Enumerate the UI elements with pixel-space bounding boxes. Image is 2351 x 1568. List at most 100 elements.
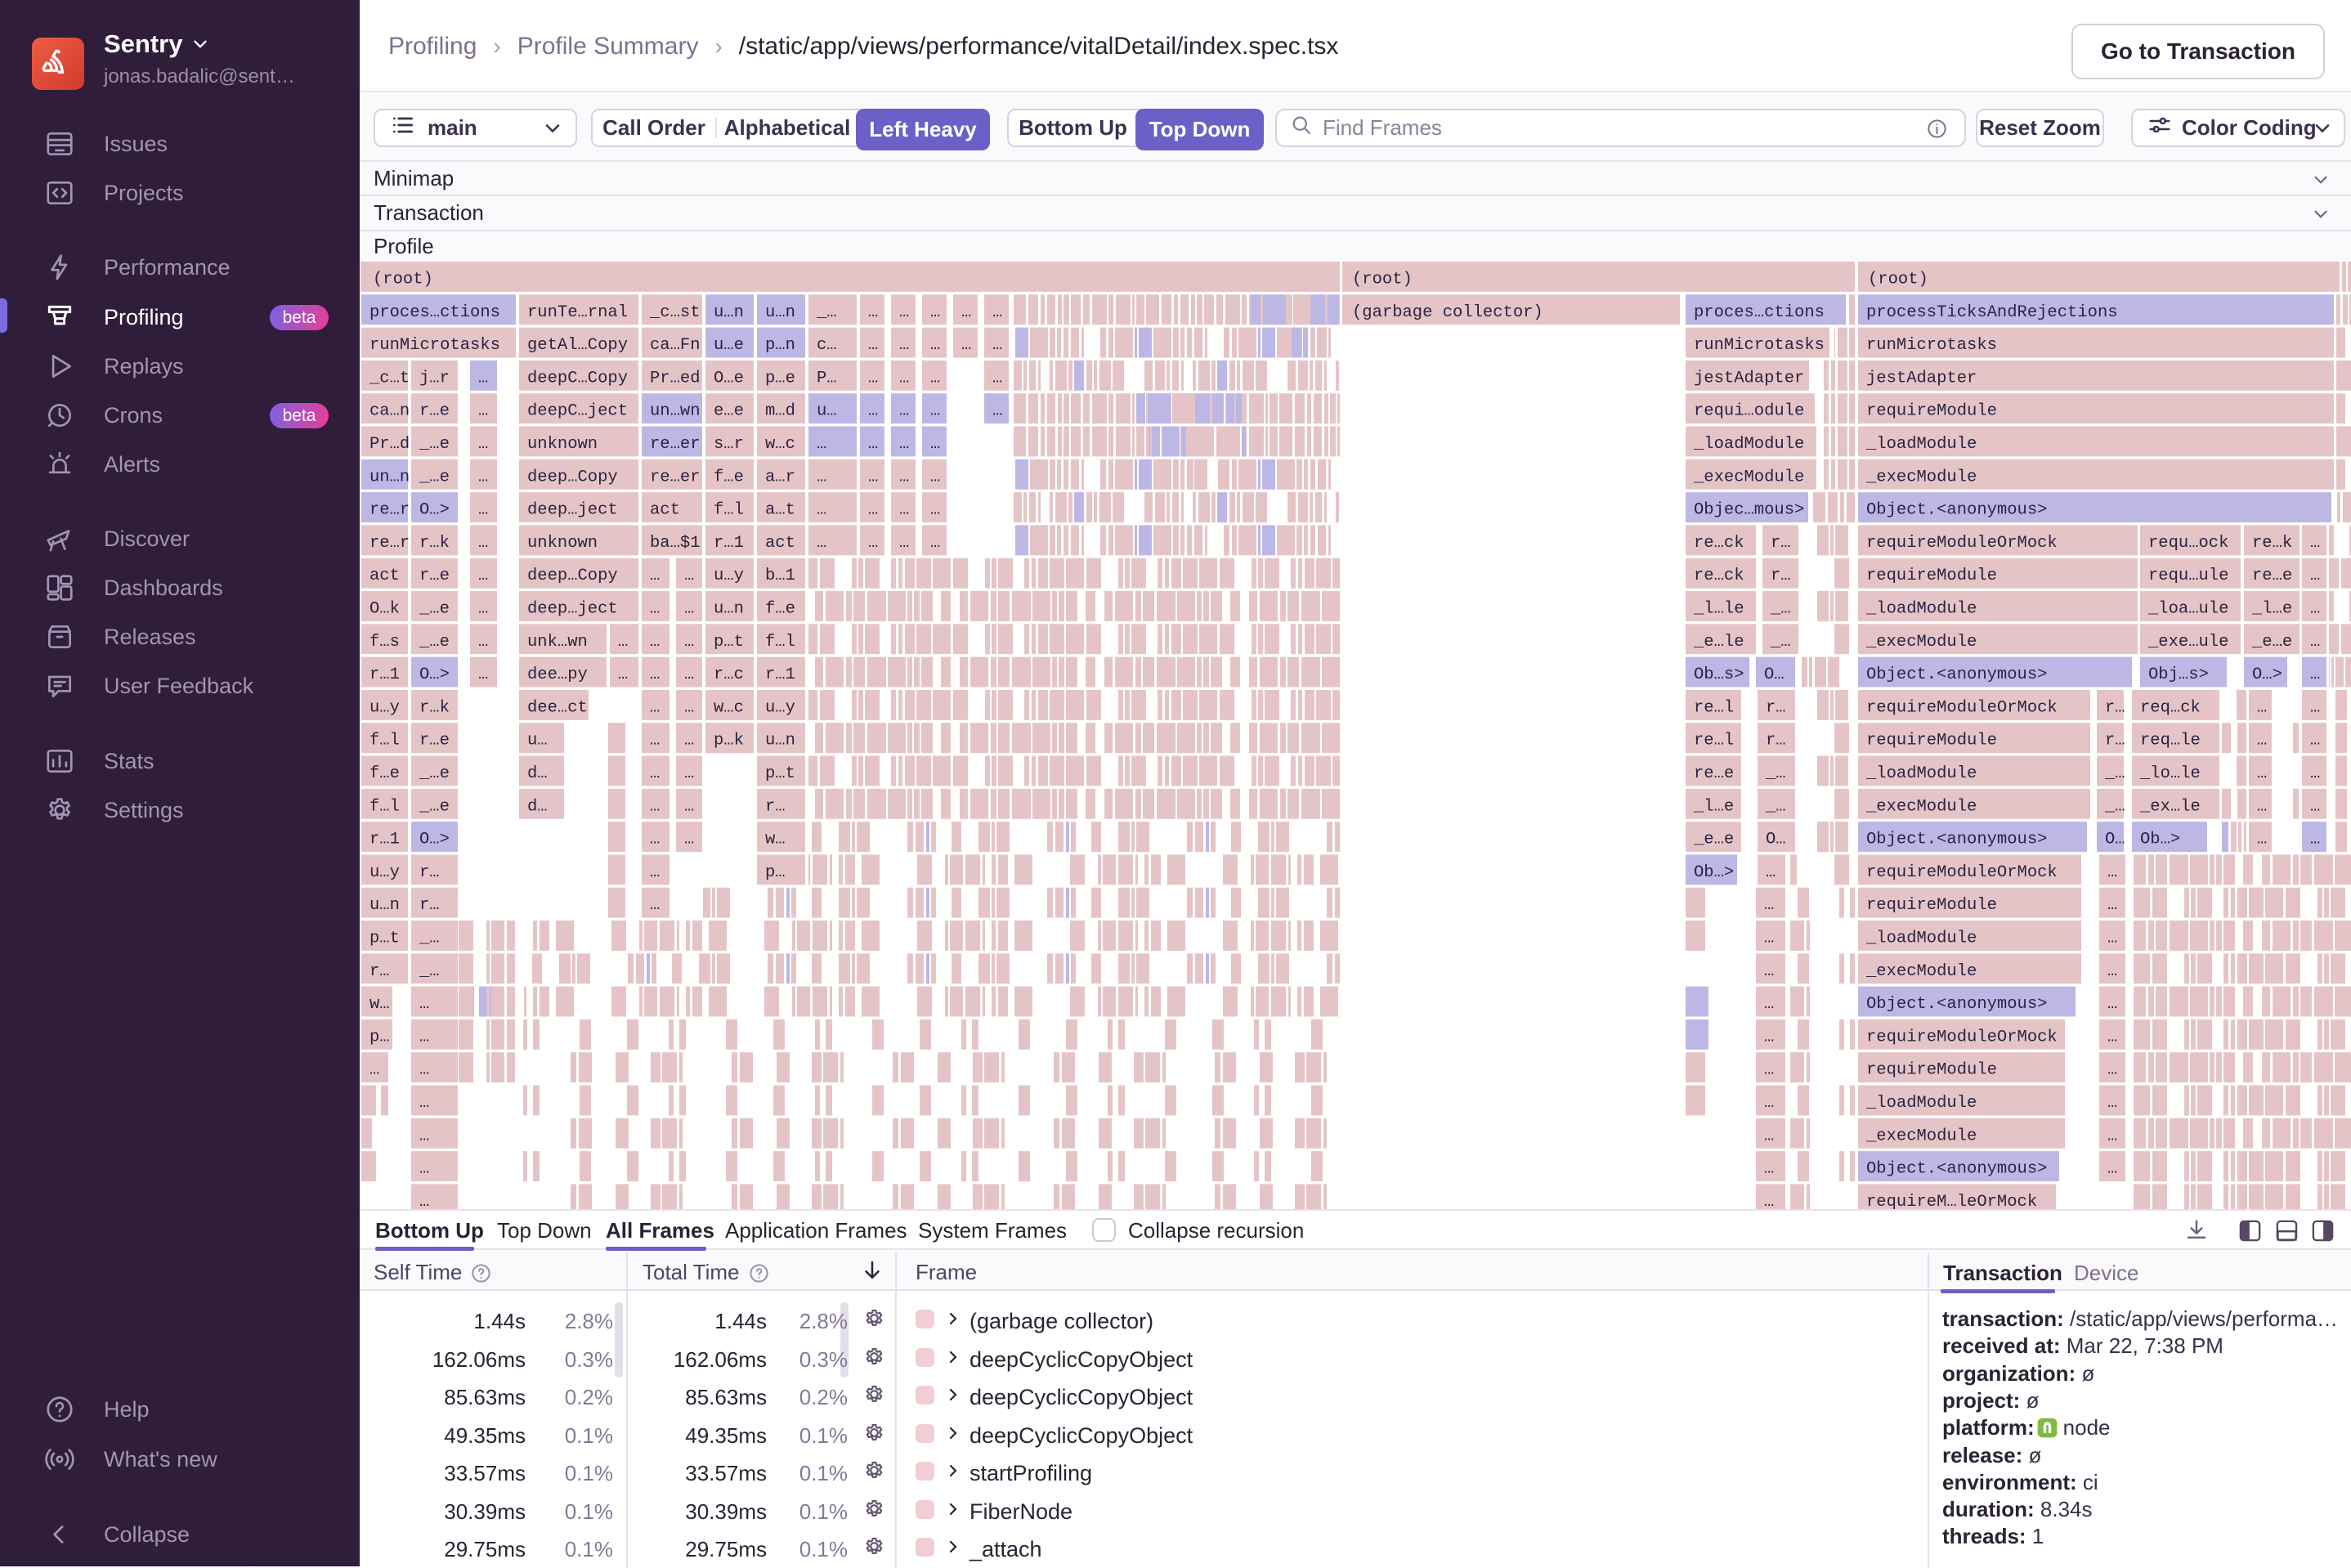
svg-text:r…k: r…k xyxy=(419,534,450,553)
svg-text:u…: u… xyxy=(817,402,837,421)
svg-text:re…r: re…r xyxy=(369,534,410,553)
svg-text:getAl…Copy: getAl…Copy xyxy=(527,336,628,355)
svg-text:…: … xyxy=(899,468,909,486)
svg-text:…: … xyxy=(419,1193,429,1209)
svg-text:re…e: re…e xyxy=(1694,764,1734,783)
svg-text:…: … xyxy=(650,732,660,750)
svg-text:runTe…rnal: runTe…rnal xyxy=(527,303,628,322)
svg-text:r…: r… xyxy=(1766,732,1786,750)
svg-text:re…k: re…k xyxy=(2252,534,2292,553)
svg-text:_e…e: _e…e xyxy=(2251,633,2292,652)
svg-text:req…ck: req…ck xyxy=(2140,698,2201,717)
svg-text:…: … xyxy=(930,303,940,322)
svg-text:p…t: p…t xyxy=(369,930,400,948)
svg-text:c…: c… xyxy=(817,336,837,355)
svg-text:proces…ctions: proces…ctions xyxy=(1694,303,1825,322)
svg-text:s…r: s…r xyxy=(714,435,744,454)
svg-text:deepC…Copy: deepC…Copy xyxy=(527,369,628,388)
svg-text:re…l: re…l xyxy=(1694,732,1734,750)
svg-text:…: … xyxy=(930,468,940,486)
svg-text:O…>: O…> xyxy=(2252,665,2282,684)
svg-text:dee…py: dee…py xyxy=(527,665,588,684)
svg-text:…: … xyxy=(817,468,826,486)
svg-text:proces…ctions: proces…ctions xyxy=(369,303,500,322)
svg-text:requireModule: requireModule xyxy=(1866,1061,1997,1080)
svg-text:(root): (root) xyxy=(1352,271,1413,289)
svg-text:_e…le: _e…le xyxy=(1693,633,1744,652)
svg-text:r…e: r…e xyxy=(419,402,450,421)
svg-text:O…e: O…e xyxy=(714,369,744,388)
svg-text:_ex…le: _ex…le xyxy=(2139,797,2201,816)
svg-text:…: … xyxy=(369,1061,379,1080)
svg-text:…: … xyxy=(478,501,488,520)
svg-text:…: … xyxy=(2310,698,2320,717)
svg-text:…: … xyxy=(650,567,660,585)
svg-text:…: … xyxy=(618,665,628,684)
svg-text:re…ck: re…ck xyxy=(1694,534,1744,553)
svg-text:…: … xyxy=(1764,1061,1774,1080)
svg-text:…: … xyxy=(419,1160,429,1179)
svg-text:re…l: re…l xyxy=(1694,698,1734,717)
svg-text:f…l: f…l xyxy=(369,797,400,816)
svg-text:r…: r… xyxy=(2105,732,2125,750)
svg-text:_…: _… xyxy=(1765,764,1786,783)
svg-text:…: … xyxy=(618,633,628,652)
svg-text:ca…Fn: ca…Fn xyxy=(650,336,701,355)
svg-text:_…e: _…e xyxy=(419,600,450,619)
svg-text:dee…ct: dee…ct xyxy=(527,698,588,717)
svg-text:runMicrotasks: runMicrotasks xyxy=(369,336,500,355)
svg-text:f…l: f…l xyxy=(714,501,744,520)
svg-text:_…: _… xyxy=(2104,797,2125,816)
svg-text:Object.<anonymous>: Object.<anonymous> xyxy=(1866,831,2047,849)
svg-text:Ob…>: Ob…> xyxy=(2140,831,2180,849)
svg-text:u…y: u…y xyxy=(369,863,400,882)
svg-text:…: … xyxy=(2107,1061,2117,1080)
svg-text:u…e: u…e xyxy=(714,336,744,355)
svg-text:…: … xyxy=(2257,698,2267,717)
svg-text:requireModuleOrMock: requireModuleOrMock xyxy=(1866,1028,2058,1046)
svg-text:O…>: O…> xyxy=(419,831,450,849)
svg-text:m…d: m…d xyxy=(765,402,795,421)
svg-text:(root): (root) xyxy=(1868,271,1928,289)
svg-text:…: … xyxy=(992,402,1002,421)
svg-text:…: … xyxy=(1766,863,1776,882)
svg-text:u…n: u…n xyxy=(765,303,795,322)
svg-text:u…n: u…n xyxy=(714,600,744,619)
svg-text:_…e: _…e xyxy=(419,764,450,783)
svg-text:…: … xyxy=(899,369,909,388)
svg-text:O…: O… xyxy=(1764,665,1785,684)
svg-text:…: … xyxy=(650,698,660,717)
svg-text:(root): (root) xyxy=(373,271,433,289)
svg-text:_loadModule: _loadModule xyxy=(1865,930,1977,948)
svg-text:_l…e: _l…e xyxy=(2251,600,2292,619)
svg-text:_…: _… xyxy=(1770,600,1791,619)
svg-text:re…er: re…er xyxy=(650,468,701,486)
svg-text:u…y: u…y xyxy=(369,698,400,717)
svg-text:deep…Copy: deep…Copy xyxy=(527,567,618,585)
svg-text:…: … xyxy=(684,831,694,849)
svg-text:re…ck: re…ck xyxy=(1694,567,1744,585)
svg-text:a…t: a…t xyxy=(765,501,795,520)
svg-text:ca…n: ca…n xyxy=(369,402,410,421)
svg-text:…: … xyxy=(2310,567,2320,585)
svg-text:p…: p… xyxy=(369,1028,390,1046)
svg-text:…: … xyxy=(961,303,971,322)
svg-text:_…e: _…e xyxy=(419,468,450,486)
svg-text:j…r: j…r xyxy=(419,369,450,388)
svg-text:r…: r… xyxy=(765,797,786,816)
svg-text:r…: r… xyxy=(419,896,440,915)
svg-text:…: … xyxy=(899,501,909,520)
svg-text:…: … xyxy=(1764,930,1774,948)
svg-text:p…t: p…t xyxy=(765,764,795,783)
svg-text:_execModule: _execModule xyxy=(1865,633,1977,652)
svg-text:Object.<anonymous>: Object.<anonymous> xyxy=(1866,1160,2047,1179)
svg-text:…: … xyxy=(992,369,1002,388)
svg-text:…: … xyxy=(684,732,694,750)
svg-text:_c…t: _c…t xyxy=(369,369,410,388)
svg-text:…: … xyxy=(2310,732,2320,750)
svg-text:Object.<anonymous>: Object.<anonymous> xyxy=(1866,665,2047,684)
svg-text:unknown: unknown xyxy=(527,435,598,454)
svg-text:Objec…mous>: Objec…mous> xyxy=(1694,501,1804,520)
svg-text:…: … xyxy=(868,534,878,553)
svg-text:f…e: f…e xyxy=(369,764,400,783)
